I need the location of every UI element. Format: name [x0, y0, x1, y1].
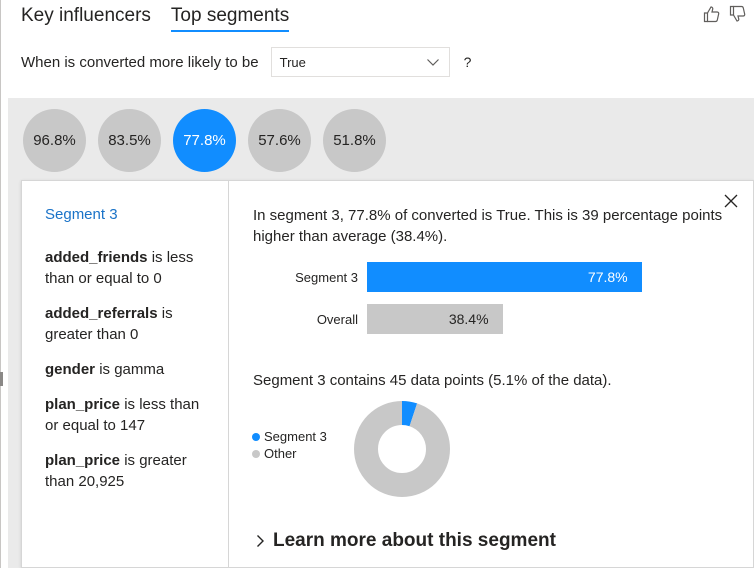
segment-bubbles: 96.8% 83.5% 77.8% 57.6% 51.8%: [23, 109, 386, 172]
legend-label-segment: Segment 3: [264, 429, 327, 444]
segment-description: In segment 3, 77.8% of converted is True…: [253, 207, 723, 245]
thumbs-up-icon[interactable]: [702, 4, 722, 24]
chevron-right-icon: [257, 535, 264, 547]
segment-detail-panel: Segment 3 added_friends is less than or …: [21, 180, 754, 568]
legend-item-segment: Segment 3: [252, 428, 327, 445]
bar-row-overall: Overall 38.4%: [253, 304, 503, 334]
donut-legend: Segment 3 Other: [252, 428, 327, 462]
segment-rule: gender is gamma: [45, 359, 216, 380]
feedback-buttons: [702, 4, 748, 24]
segment-bubble-1[interactable]: 96.8%: [23, 109, 86, 172]
segment-bubble-2[interactable]: 83.5%: [98, 109, 161, 172]
question-row: When is converted more likely to be True…: [21, 47, 471, 77]
chevron-down-icon: [426, 59, 439, 66]
rule-field: added_referrals: [45, 305, 158, 322]
learn-more-label: Learn more about this segment: [273, 530, 556, 551]
segment-rule: added_referrals is greater than 0: [45, 303, 216, 345]
tab-top-segments[interactable]: Top segments: [170, 5, 290, 33]
tab-bar: Key influencers Top segments: [21, 5, 290, 33]
help-icon[interactable]: ?: [464, 54, 472, 70]
rule-field: plan_price: [45, 396, 121, 413]
bar-segment: 77.8%: [367, 262, 642, 292]
rule-text: is gamma: [99, 361, 165, 378]
learn-more-link[interactable]: Learn more about this segment: [253, 530, 556, 552]
segment-bubble-4[interactable]: 57.6%: [248, 109, 311, 172]
question-label: When is converted more likely to be: [21, 53, 259, 71]
donut-slice-other: [354, 401, 450, 497]
left-edge-line: [0, 0, 1, 568]
segment-rules: Segment 3 added_friends is less than or …: [22, 181, 229, 567]
tab-key-influencers[interactable]: Key influencers: [21, 5, 151, 33]
resize-handle[interactable]: [0, 372, 3, 386]
rule-field: plan_price: [45, 452, 121, 469]
bar-value-overall: 38.4%: [448, 311, 489, 327]
segment-title: Segment 3: [45, 206, 118, 223]
segment-rule: plan_price is less than or equal to 147: [45, 394, 216, 436]
close-icon[interactable]: [723, 193, 739, 209]
segment-size-text: Segment 3 contains 45 data points (5.1% …: [253, 372, 612, 389]
value-dropdown[interactable]: True: [270, 47, 450, 77]
segment-rule: plan_price is greater than 20,925: [45, 450, 216, 492]
bar-overall: 38.4%: [367, 304, 503, 334]
legend-dot-other: [252, 449, 260, 458]
legend-item-other: Other: [252, 445, 327, 462]
rule-field: added_friends: [45, 249, 148, 266]
legend-dot-segment: [252, 432, 260, 441]
legend-label-other: Other: [264, 446, 297, 461]
bar-row-segment: Segment 3 77.8%: [253, 262, 642, 292]
bar-label-overall: Overall: [316, 311, 358, 327]
bar-label-segment: Segment 3: [295, 269, 358, 285]
segment-share-donut: [354, 401, 450, 497]
bar-value-segment: 77.8%: [587, 269, 628, 285]
thumbs-down-icon[interactable]: [728, 4, 748, 24]
segment-rule: added_friends is less than or equal to 0: [45, 247, 216, 289]
dropdown-value: True: [279, 54, 306, 70]
segment-bubble-3[interactable]: 77.8%: [173, 109, 236, 172]
rule-field: gender: [45, 361, 96, 378]
segment-bubble-5[interactable]: 51.8%: [323, 109, 386, 172]
